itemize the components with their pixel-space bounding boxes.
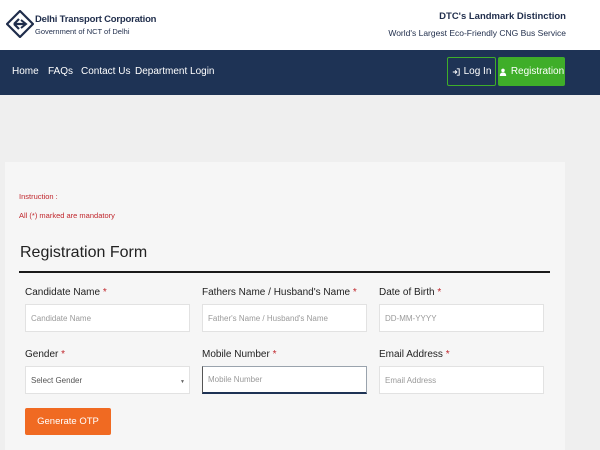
gender-label-text: Gender (25, 349, 59, 360)
mobile-label: Mobile Number * (202, 349, 277, 360)
login-button[interactable]: Log In (447, 57, 496, 86)
mobile-label-text: Mobile Number (202, 349, 270, 360)
mobile-input[interactable]: Mobile Number (202, 366, 367, 394)
gender-selected-value: Select Gender (31, 375, 83, 385)
dtc-logo-icon (6, 10, 34, 38)
distinction-title: DTC's Landmark Distinction (439, 11, 566, 22)
dob-label: Date of Birth * (379, 287, 441, 298)
instruction-heading: Instruction : (19, 192, 58, 201)
gender-label: Gender * (25, 349, 65, 360)
email-label-text: Email Address (379, 349, 443, 360)
candidate-name-placeholder: Candidate Name (31, 313, 92, 323)
header-bar: Delhi Transport Corporation Government o… (0, 0, 600, 50)
mandatory-note: All (*) marked are mandatory (19, 211, 115, 220)
caret-down-icon: ▼ (180, 379, 185, 385)
email-placeholder: Email Address (385, 375, 437, 385)
email-label: Email Address * (379, 349, 450, 360)
registration-label: Registration (510, 66, 565, 77)
dob-label-text: Date of Birth (379, 287, 435, 298)
nav-department-login[interactable]: Department Login (135, 66, 215, 77)
sign-in-icon (452, 67, 460, 76)
email-input[interactable]: Email Address (379, 366, 544, 394)
mobile-placeholder: Mobile Number (208, 375, 263, 384)
required-marker: * (102, 287, 107, 298)
required-marker: * (272, 349, 277, 360)
title-divider (19, 271, 550, 273)
distinction-subtitle: World's Largest Eco-Friendly CNG Bus Ser… (388, 28, 566, 38)
dob-placeholder: DD-MM-YYYY (385, 313, 437, 323)
dob-input[interactable]: DD-MM-YYYY (379, 304, 544, 332)
user-icon (499, 68, 507, 76)
candidate-name-label: Candidate Name * (25, 287, 107, 298)
generate-otp-button[interactable]: Generate OTP (25, 408, 111, 435)
form-title: Registration Form (20, 244, 148, 261)
father-name-label: Fathers Name / Husband's Name * (202, 287, 357, 298)
required-marker: * (445, 349, 450, 360)
registration-button[interactable]: Registration (498, 57, 565, 86)
candidate-name-label-text: Candidate Name (25, 287, 101, 298)
nav-faqs[interactable]: FAQs (48, 66, 73, 77)
brand-subtitle: Government of NCT of Delhi (35, 27, 130, 36)
nav-home[interactable]: Home (12, 66, 39, 77)
brand-name: Delhi Transport Corporation (35, 14, 157, 25)
required-marker: * (352, 287, 357, 298)
required-marker: * (437, 287, 442, 298)
candidate-name-input[interactable]: Candidate Name (25, 304, 190, 332)
required-marker: * (61, 349, 66, 360)
father-name-label-text: Fathers Name / Husband's Name (202, 287, 351, 298)
gender-select[interactable]: Select Gender ▼ (25, 366, 190, 394)
nav-contact-us[interactable]: Contact Us (81, 66, 130, 77)
father-name-placeholder: Father's Name / Husband's Name (208, 313, 328, 323)
login-label: Log In (463, 66, 492, 77)
father-name-input[interactable]: Father's Name / Husband's Name (202, 304, 367, 332)
